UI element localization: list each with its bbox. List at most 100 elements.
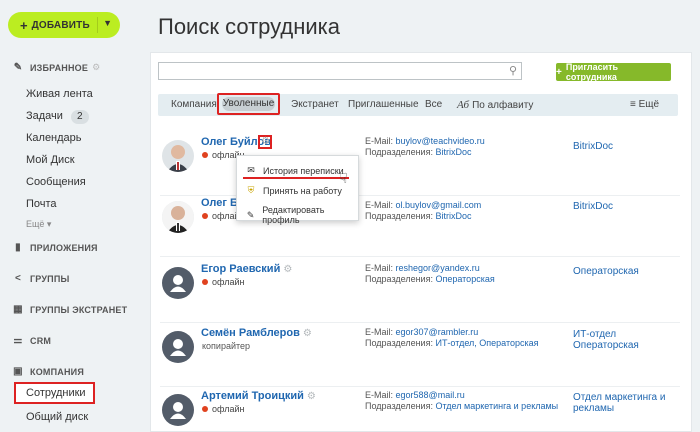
sidebar-item-tasks-label: Задачи [26, 110, 63, 122]
alphabet-icon: Аб [457, 99, 470, 111]
sidebar-item-mail[interactable]: Почта [26, 198, 57, 210]
employee-email: E-Mail: egor307@rambler.ru [365, 327, 478, 337]
email-label: E-Mail: [365, 390, 394, 400]
org-unit-link[interactable]: BitrixDoc [573, 141, 613, 152]
history-icon: ✉ [247, 165, 255, 175]
email-label: E-Mail: [365, 263, 394, 273]
cube-icon: ▮ [15, 242, 21, 253]
sidebar-item-feed[interactable]: Живая лента [26, 88, 93, 100]
tab-fired-label: Уволенные [222, 97, 275, 111]
org-unit-link[interactable]: Операторская [573, 266, 639, 277]
edit-icon: ✎ [246, 209, 255, 220]
pin-icon: ✎ [13, 62, 23, 73]
sidebar: + ДОБАВИТЬ ▼ ✎ ИЗБРАННОЕ ⚙ Живая лента З… [0, 0, 130, 432]
tab-more-label: Ещё [638, 99, 660, 110]
email-label: E-Mail: [365, 136, 394, 146]
tab-company[interactable]: Компания [171, 99, 217, 110]
tab-extranet[interactable]: Экстранет [291, 99, 339, 110]
sidebar-item-shared-disk[interactable]: Общий диск [26, 411, 88, 423]
sidebar-item-calendar[interactable]: Календарь [26, 132, 82, 144]
sidebar-item-my-disk[interactable]: Мой Диск [26, 154, 75, 166]
menu-item-history[interactable]: ✉ История переписки [245, 165, 343, 176]
employee-dept: Подразделения: Операторская [365, 274, 495, 284]
email-link[interactable]: reshegor@yandex.ru [396, 263, 480, 273]
menu-item-hire-label: Принять на работу [263, 185, 342, 196]
sidebar-section-groups[interactable]: < ГРУППЫ [12, 273, 70, 284]
sidebar-item-tasks[interactable]: Задачи 2 [26, 110, 89, 124]
gear-icon[interactable]: ⚙ [283, 264, 292, 275]
tab-invited[interactable]: Приглашенные [348, 99, 419, 110]
table-row: Семён Рамблеров ⚙ копирайтер E-Mail: egor… [160, 327, 680, 387]
employee-email: E-Mail: ol.buylov@gmail.com [365, 200, 481, 210]
status-label: офлайн [202, 404, 244, 414]
tasks-count-badge: 2 [70, 110, 89, 124]
email-link[interactable]: egor588@mail.ru [396, 390, 465, 400]
email-link[interactable]: egor307@rambler.ru [396, 327, 479, 337]
menu-item-edit-profile[interactable]: ✎ Редактировать профиль [245, 205, 358, 225]
table-row: Артемий Троицкий ⚙ офлайн E-Mail: egor588… [160, 390, 680, 432]
employee-name[interactable]: Артемий Троицкий ⚙ [201, 390, 316, 402]
employee-name[interactable]: Егор Раевский ⚙ [201, 263, 292, 275]
list-icon: ≡ [630, 99, 636, 110]
sidebar-item-employees-label: Сотрудники [26, 387, 86, 399]
avatar[interactable] [162, 140, 194, 172]
gear-icon[interactable]: ⚙ [303, 328, 312, 339]
email-link[interactable]: ol.buylov@gmail.com [396, 200, 482, 210]
tab-alphabetical[interactable]: Аб По алфавиту [457, 99, 533, 111]
dept-label: Подразделения: [365, 274, 433, 284]
org-unit-link[interactable]: рекламы [573, 403, 614, 414]
search-icon[interactable]: ⚲ [509, 64, 517, 77]
add-button-divider [97, 17, 98, 33]
sidebar-section-favorites[interactable]: ✎ ИЗБРАННОЕ ⚙ [12, 62, 100, 73]
avatar[interactable] [162, 331, 194, 363]
search-input[interactable]: ⚲ [158, 62, 522, 80]
sidebar-more-link[interactable]: Ещё ▾ [26, 219, 51, 230]
sidebar-section-apps[interactable]: ▮ ПРИЛОЖЕНИЯ [12, 242, 98, 253]
employee-name[interactable]: Семён Рамблеров ⚙ [201, 327, 312, 339]
gear-icon[interactable]: ⚙ [307, 391, 316, 402]
avatar[interactable] [162, 201, 194, 233]
sidebar-section-crm[interactable]: ⚌ CRM [12, 335, 51, 346]
org-unit-link[interactable]: ИТ-отдел [573, 329, 616, 340]
offline-dot-icon [202, 213, 208, 219]
email-link[interactable]: buylov@teachvideo.ru [396, 136, 485, 146]
email-label: E-Mail: [365, 200, 394, 210]
employee-email: E-Mail: egor588@mail.ru [365, 390, 465, 400]
apps-label: ПРИЛОЖЕНИЯ [30, 242, 98, 253]
dept-link[interactable]: Операторская [435, 274, 494, 284]
gear-icon[interactable]: ⚙ [92, 62, 100, 73]
sidebar-item-messages[interactable]: Сообщения [26, 176, 86, 188]
offline-dot-icon [202, 279, 208, 285]
shield-icon: ⛨ [247, 185, 255, 195]
menu-item-hire[interactable]: ⛨ Принять на работу [245, 185, 342, 196]
org-unit-link[interactable]: BitrixDoc [573, 201, 613, 212]
sidebar-item-employees[interactable]: Сотрудники [14, 382, 95, 404]
user-gear-button[interactable]: ⚙ [258, 135, 272, 149]
dept-link[interactable]: ИТ-отдел, Операторская [435, 338, 538, 348]
gear-icon: ⚙ [261, 136, 270, 147]
tab-alphabetical-label: По алфавиту [472, 100, 534, 111]
invite-employee-button[interactable]: + Пригласить сотрудника [556, 62, 671, 82]
avatar[interactable] [162, 394, 194, 426]
tab-fired[interactable]: Уволенные [217, 93, 280, 115]
add-button[interactable]: + ДОБАВИТЬ ▼ [8, 12, 120, 38]
tab-more[interactable]: ≡ Ещё [630, 99, 659, 110]
sidebar-section-company[interactable]: ▣ КОМПАНИЯ [12, 366, 84, 377]
offline-dot-icon [202, 406, 208, 412]
highlight-underline [243, 177, 349, 179]
dept-link[interactable]: BitrixDoc [435, 147, 471, 157]
sidebar-more-label: Ещё [26, 219, 45, 229]
sidebar-section-extranet[interactable]: ▦ ГРУППЫ ЭКСТРАНЕТ [12, 304, 127, 315]
crm-icon: ⚌ [13, 335, 23, 346]
org-unit-link[interactable]: Операторская [573, 340, 639, 351]
org-unit-link[interactable]: Отдел маркетинга и [573, 392, 665, 403]
chevron-down-icon[interactable]: ▼ [103, 18, 112, 28]
avatar[interactable] [162, 267, 194, 299]
employee-email: E-Mail: buylov@teachvideo.ru [365, 136, 485, 146]
offline-dot-icon [202, 152, 208, 158]
tab-all[interactable]: Все [425, 99, 442, 110]
dept-link[interactable]: Отдел маркетинга и рекламы [435, 401, 558, 411]
status-text: офлайн [212, 404, 245, 414]
dept-link[interactable]: BitrixDoc [435, 211, 471, 221]
user-context-menu: ✉ История переписки ⛨ Принять на работу … [236, 155, 359, 225]
